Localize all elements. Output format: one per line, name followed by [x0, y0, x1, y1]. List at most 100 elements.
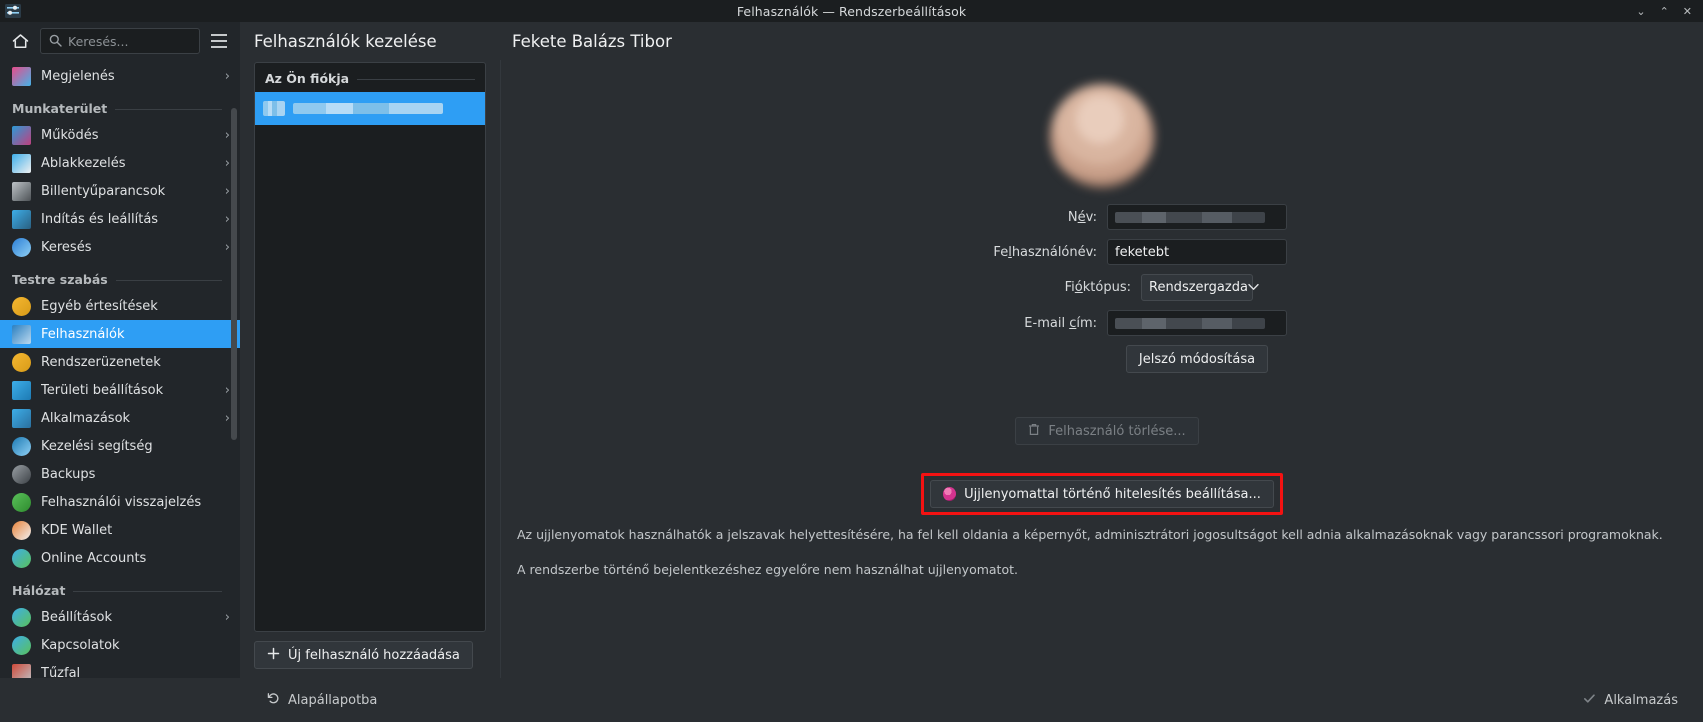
sidebar-item-network-settings[interactable]: Beállítások › — [0, 603, 240, 631]
keyboard-shortcuts-icon — [12, 181, 31, 201]
users-list-group-header: Az Ön fiókja — [255, 63, 485, 92]
name-label-accel: é — [1077, 209, 1086, 225]
name-label-pre: N — [1067, 209, 1078, 225]
sidebar-list[interactable]: Megjelenés › Munkaterület Működés › Ablakkeze… — [0, 60, 240, 678]
sidebar-item-user-feedback[interactable]: Felhasználói visszajelzés — [0, 488, 240, 516]
sidebar-item-label: Ablakkezelés — [41, 155, 126, 171]
bell-notifications-icon — [12, 352, 31, 372]
firewall-icon — [12, 663, 31, 678]
sidebar-item-label: Tűzfal — [41, 665, 81, 679]
apply-button[interactable]: Alkalmazás — [1570, 686, 1691, 714]
chevron-right-icon: › — [224, 183, 230, 199]
username-field[interactable]: feketebt — [1107, 239, 1287, 265]
fingerprint-row: Ujjlenyomattal történő hitelesítés beáll… — [511, 473, 1693, 515]
user-feedback-icon — [12, 492, 31, 512]
users-list-panel[interactable]: Az Ön fiókja — [254, 62, 486, 632]
home-icon[interactable] — [6, 27, 34, 55]
reset-button[interactable]: Alapállapotba — [254, 686, 390, 714]
chevron-down-icon — [1248, 280, 1259, 295]
account_type-value: Rendszergazda — [1149, 280, 1248, 295]
sidebar-item-window-management[interactable]: Ablakkezelés › — [0, 149, 240, 177]
list-item[interactable] — [255, 92, 485, 125]
trash-icon — [1028, 423, 1040, 440]
sidebar-item-appearance[interactable]: Megjelenés › — [0, 62, 240, 90]
form-row-name: Név: — [511, 204, 1693, 230]
search-icon — [49, 32, 62, 51]
sidebar-item-label: Egyéb értesítések — [41, 298, 158, 314]
email-field[interactable] — [1107, 310, 1287, 336]
hamburger-menu-icon[interactable] — [206, 28, 232, 54]
sidebar-item-label: KDE Wallet — [41, 522, 113, 538]
search-module-icon — [12, 237, 31, 257]
regional-settings-icon — [12, 380, 31, 400]
window-title: Felhasználók — Rendszerbeállítások — [736, 3, 967, 19]
apply-button-label: Alkalmazás — [1604, 692, 1678, 708]
add-user-button[interactable]: Új felhasználó hozzáadása — [254, 641, 473, 669]
sidebar-group-label: Munkaterület — [12, 101, 108, 116]
sidebar-group-header: Munkaterület — [0, 90, 240, 121]
sidebar-item-label: Kezelési segítség — [41, 438, 153, 454]
sidebar-item-kde-wallet[interactable]: KDE Wallet — [0, 516, 240, 544]
name-label: Név: — [917, 210, 1097, 225]
users-icon — [12, 324, 31, 344]
sidebar-item-applications-grid[interactable]: Alkalmazások › — [0, 404, 240, 432]
username-label-pre: Fe — [993, 244, 1009, 260]
sidebar-item-accessibility[interactable]: Kezelési segítség — [0, 432, 240, 460]
add-user-button-label: Új felhasználó hozzáadása — [288, 647, 460, 663]
chevron-right-icon: › — [224, 211, 230, 227]
bottom-bar: Alapállapotba Alkalmazás — [0, 678, 1703, 722]
startup-shutdown-icon — [12, 209, 31, 229]
undo-icon — [267, 692, 280, 709]
chevron-right-icon: › — [224, 68, 230, 84]
sidebar-item-firewall[interactable]: Tűzfal — [0, 659, 240, 678]
window-body: Keresés... Megjelenés › Munkaterület Működé… — [0, 22, 1703, 678]
username-label-post: használónév: — [1011, 244, 1097, 260]
sidebar-item-online-accounts[interactable]: Online Accounts — [0, 544, 240, 572]
sidebar-item-backups-clock[interactable]: Backups — [0, 460, 240, 488]
sidebar-item-label: Kapcsolatok — [41, 637, 120, 653]
user-detail-column: Fekete Balázs Tibor Név: Felhasználónév: f… — [500, 22, 1703, 678]
sidebar-item-workspace-behavior[interactable]: Működés › — [0, 121, 240, 149]
sidebar-item-search-module[interactable]: Keresés › — [0, 233, 240, 261]
divider-line — [115, 109, 222, 110]
users-column-title: Felhasználók kezelése — [254, 31, 437, 51]
sidebar-item-regional-settings[interactable]: Területi beállítások › — [0, 376, 240, 404]
sidebar-item-bell-notifications[interactable]: Egyéb értesítések — [0, 292, 240, 320]
page-title: Fekete Balázs Tibor — [512, 31, 672, 51]
system-settings-window: Felhasználók — Rendszerbeállítások ⌄ ⌃ ✕ — [0, 0, 1703, 722]
workspace-behavior-icon — [12, 125, 31, 145]
user-name-redacted — [293, 103, 443, 114]
close-button[interactable]: ✕ — [1683, 6, 1692, 17]
applications-grid-icon — [12, 408, 31, 428]
email-label: E-mail cím: — [917, 316, 1097, 331]
account_type-select[interactable]: Rendszergazda — [1141, 274, 1259, 301]
sidebar-item-label: Felhasználók — [41, 326, 125, 342]
fingerprint-setup-button[interactable]: Ujjlenyomattal történő hitelesítés beáll… — [930, 480, 1274, 508]
change-password-button[interactable]: Jelszó módosítása — [1125, 345, 1269, 373]
sidebar-item-bell-notifications[interactable]: Rendszerüzenetek — [0, 348, 240, 376]
bell-notifications-icon — [12, 296, 31, 316]
change-password-button-label: Jelszó módosítása — [1138, 351, 1256, 367]
account_type-label-accel: ó — [1074, 280, 1083, 295]
backups-clock-icon — [12, 464, 31, 484]
chevron-right-icon: › — [224, 609, 230, 625]
sidebar-item-startup-shutdown[interactable]: Indítás és leállítás › — [0, 205, 240, 233]
maximize-button[interactable]: ⌃ — [1660, 6, 1669, 17]
minimize-button[interactable]: ⌄ — [1636, 6, 1645, 17]
username-value: feketebt — [1115, 244, 1170, 260]
user-avatar[interactable] — [1050, 84, 1154, 188]
name-field[interactable] — [1107, 204, 1287, 230]
sidebar-item-label: Keresés — [41, 239, 92, 255]
fingerprint-icon — [943, 487, 957, 501]
avatar-container[interactable] — [511, 60, 1693, 188]
sidebar-scrollbar[interactable] — [231, 108, 237, 440]
search-input[interactable]: Keresés... — [40, 28, 200, 54]
kde-wallet-icon — [12, 520, 31, 540]
sidebar-item-network-connections[interactable]: Kapcsolatok — [0, 631, 240, 659]
sidebar-item-keyboard-shortcuts[interactable]: Billentyűparancsok › — [0, 177, 240, 205]
accessibility-icon — [12, 436, 31, 456]
divider-line — [73, 591, 222, 592]
sidebar-item-users[interactable]: Felhasználók — [0, 320, 240, 348]
fingerprint-description-1: Az ujjlenyomatok használhatók a jelszava… — [517, 527, 1663, 542]
delete-user-button[interactable]: Felhasználó törlése... — [1015, 417, 1199, 445]
